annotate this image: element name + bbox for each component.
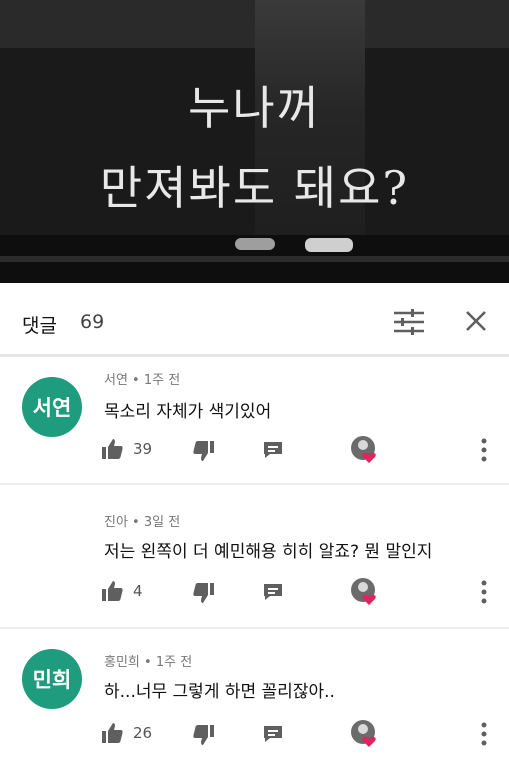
comment-text: 하...너무 그렇게 하면 꼴리잖아.. [104,682,335,702]
like-count: 26 [133,724,153,742]
comment-text: 목소리 자체가 색기있어 [104,402,272,422]
avatar-text: 서연 [32,396,72,420]
creator-heart-icon [351,720,376,747]
comments-header: 댓글 69 [0,283,509,357]
avatar[interactable]: 서연 [22,377,82,437]
comment-item: 진아 • 3일 전 저는 왼쪽이 더 예민해용 히히 알죠? 뭔 말인지 4 [0,485,509,629]
comment-item: 민희 홍민희 • 1주 전 하...너무 그렇게 하면 꼴리잖아.. 26 [0,629,509,759]
video-caption-line2: 만져봐도 돼요? [99,161,410,215]
comment-meta: 서연 • 1주 전 [104,369,180,388]
comment-author[interactable]: 홍민희 [104,655,140,670]
meta-separator: • [139,655,156,670]
thumbs-down-icon[interactable] [192,723,216,747]
comment-actions: 39 [100,435,500,465]
reply-icon[interactable] [262,582,284,602]
comment-actions: 26 [100,719,500,749]
creator-heart-icon [351,436,376,463]
comment-meta: 진아 • 3일 전 [104,511,180,530]
more-vert-icon[interactable] [480,579,488,605]
comment-author[interactable]: 서연 [104,373,128,388]
reply-icon[interactable] [262,724,284,744]
comment-meta: 홍민희 • 1주 전 [104,651,192,670]
comment-time: 1주 전 [143,373,181,388]
comments-title: 댓글 [22,315,57,337]
comment-author[interactable]: 진아 [104,515,128,530]
meta-separator: • [127,373,144,388]
thumbs-down-icon[interactable] [192,439,216,463]
like-count: 4 [133,582,143,600]
comment-time: 3일 전 [143,515,181,530]
comment-actions: 4 [100,577,500,607]
video-stair [0,256,509,262]
comment-time: 1주 전 [155,655,193,670]
avatar[interactable]: 민희 [22,649,82,709]
thumbs-up-icon[interactable] [100,579,124,603]
like-count: 39 [133,440,153,458]
thumbs-down-icon[interactable] [192,581,216,605]
meta-separator: • [127,515,144,530]
video-player[interactable]: 누나꺼 만져봐도 돼요? [0,0,509,283]
comment-item: 서연 서연 • 1주 전 목소리 자체가 색기있어 39 [0,357,509,485]
reply-icon[interactable] [262,440,284,460]
comments-count: 69 [80,311,105,333]
sort-sliders-icon[interactable] [392,309,426,335]
video-shoe-right [305,238,353,252]
more-vert-icon[interactable] [480,437,488,463]
video-caption-line1: 누나꺼 [188,81,321,135]
video-shoe-left [235,238,275,250]
thumbs-up-icon[interactable] [100,437,124,461]
creator-heart-icon [351,578,376,605]
close-icon[interactable] [462,307,490,335]
avatar-text: 민희 [32,668,72,692]
thumbs-up-icon[interactable] [100,721,124,745]
comment-text: 저는 왼쪽이 더 예민해용 히히 알죠? 뭔 말인지 [104,542,433,562]
more-vert-icon[interactable] [480,721,488,747]
